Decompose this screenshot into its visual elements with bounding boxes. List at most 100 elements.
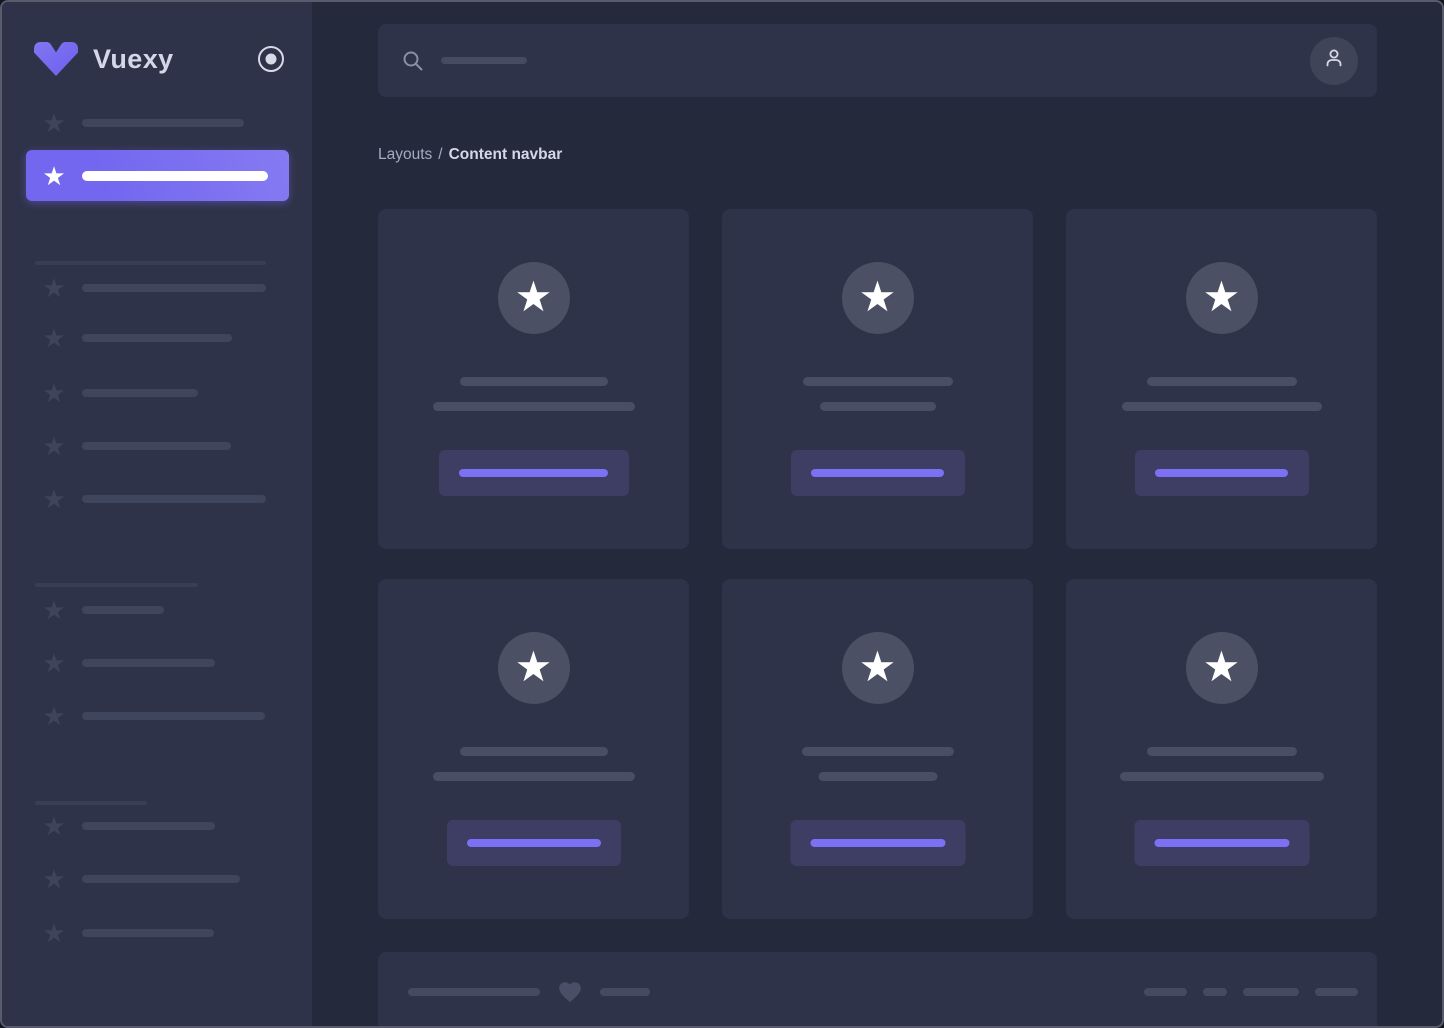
star-icon: ★ [40,597,68,623]
skeleton-text-bar [82,659,215,667]
sidebar-item[interactable]: ★ [2,110,312,136]
skeleton-line [433,772,635,781]
star-icon: ★ [40,110,68,136]
sidebar-item[interactable]: ★ [2,650,312,676]
skeleton-text-bar [82,389,198,397]
skeleton-text-bar [82,712,265,720]
skeleton-line [1120,772,1324,781]
skeleton-line [1122,402,1322,411]
skeleton-text-bar [82,606,164,614]
breadcrumb-parent[interactable]: Layouts [378,146,432,163]
placeholder-card: ★ [722,209,1033,549]
card-avatar: ★ [1186,262,1258,334]
skeleton-text-bar [82,822,215,830]
cards-grid: ★ ★ [378,209,1377,919]
star-icon: ★ [859,276,897,318]
skeleton-text-bar [82,875,240,883]
app-frame: Vuexy ★ ★ ★ ★ ★ [0,0,1444,1028]
skeleton-text-bar [82,119,244,127]
sidebar-item[interactable]: ★ [2,866,312,892]
skeleton-text-bar [82,171,268,181]
sidebar-item[interactable]: ★ [2,597,312,623]
sidebar-item-active[interactable]: ★ [26,150,289,201]
footer-links [1128,988,1358,996]
star-icon: ★ [40,486,68,512]
placeholder-card: ★ [378,579,689,919]
skeleton-text-bar [82,334,232,342]
skeleton-text-bar [1203,988,1227,996]
button-label-bar [459,469,608,477]
sidebar-item[interactable]: ★ [2,433,312,459]
sidebar-item[interactable]: ★ [2,275,312,301]
star-icon: ★ [515,276,553,318]
button-label-bar [467,839,601,847]
search-placeholder-bar [441,57,527,64]
card-action-button[interactable] [447,820,621,866]
sidebar-item[interactable]: ★ [2,380,312,406]
skeleton-line [818,772,937,781]
search-input[interactable] [402,50,1310,72]
star-icon: ★ [1203,276,1241,318]
card-avatar: ★ [842,262,914,334]
skeleton-line [820,402,936,411]
skeleton-line [460,747,608,756]
card-action-button[interactable] [790,820,965,866]
skeleton-text-bar [82,442,231,450]
sidebar-item[interactable]: ★ [2,486,312,512]
star-icon: ★ [40,866,68,892]
star-icon: ★ [40,275,68,301]
skeleton-text-bar [82,929,214,937]
sidebar-item[interactable]: ★ [2,703,312,729]
skeleton-line [802,747,954,756]
card-action-button[interactable] [1134,820,1309,866]
brand-title: Vuexy [93,44,174,75]
skeleton-line [1147,747,1297,756]
sidebar-header: Vuexy [2,2,312,98]
breadcrumb-current: Content navbar [449,146,563,163]
sidebar: Vuexy ★ ★ ★ ★ ★ [2,2,312,1026]
breadcrumb: Layouts/Content navbar [378,144,1377,166]
sidebar-item[interactable]: ★ [2,813,312,839]
skeleton-line [803,377,953,386]
skeleton-text-bar [35,801,147,805]
card-avatar: ★ [498,262,570,334]
star-icon: ★ [40,380,68,406]
button-label-bar [1154,839,1289,847]
skeleton-text-bar [82,284,266,292]
skeleton-text-bar [1315,988,1358,996]
sidebar-item[interactable]: ★ [2,920,312,946]
skeleton-text-bar [35,583,198,587]
card-avatar: ★ [1186,632,1258,704]
skeleton-text-bar [1243,988,1299,996]
star-icon: ★ [515,646,553,688]
brand-link[interactable]: Vuexy [32,40,174,78]
placeholder-card: ★ [378,209,689,549]
star-icon: ★ [40,813,68,839]
main-content: Layouts/Content navbar ★ ★ [312,2,1442,1026]
skeleton-line [433,402,635,411]
vuexy-logo [32,40,80,78]
skeleton-text-bar [1144,988,1187,996]
card-action-button[interactable] [1135,450,1309,496]
heart-icon[interactable] [557,979,583,1005]
user-avatar[interactable] [1310,37,1358,85]
footer-card [378,952,1377,1026]
record-circle-icon[interactable] [257,45,285,73]
button-label-bar [1155,469,1288,477]
search-icon [402,50,424,72]
skeleton-line [1147,377,1297,386]
sidebar-item[interactable]: ★ [2,325,312,351]
card-action-button[interactable] [791,450,965,496]
user-icon [1322,46,1346,75]
button-label-bar [811,469,944,477]
skeleton-text-bar [600,988,650,996]
footer-row [408,979,1358,1005]
card-avatar: ★ [842,632,914,704]
star-icon: ★ [40,433,68,459]
card-action-button[interactable] [439,450,629,496]
skeleton-text-bar [35,261,266,265]
star-icon: ★ [40,163,68,189]
star-icon: ★ [1203,646,1241,688]
placeholder-card: ★ [1066,209,1377,549]
skeleton-text-bar [82,495,266,503]
